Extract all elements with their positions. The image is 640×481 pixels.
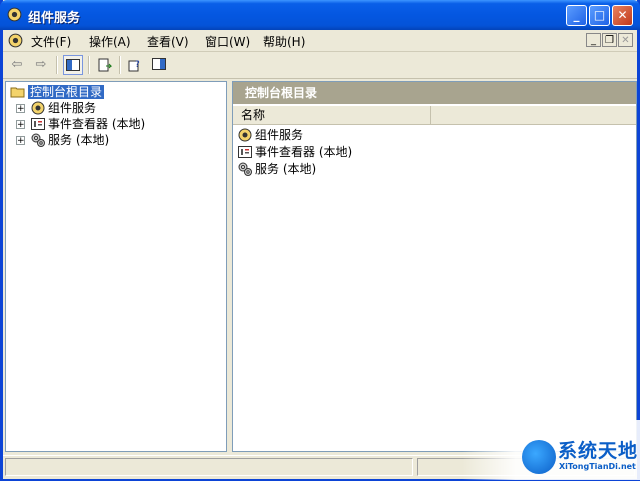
list-item[interactable]: 事件查看器 (本地) bbox=[237, 144, 352, 161]
console-tree-pane[interactable]: 控制台根目录 + 组件服务 + 事件查看器 (本地) + 服务 (本地) bbox=[5, 81, 227, 452]
svg-text:?: ? bbox=[135, 60, 140, 70]
menu-view[interactable]: 查看(V) bbox=[147, 33, 189, 50]
list-item-label: 服务 (本地) bbox=[255, 162, 317, 176]
tree-root-label: 控制台根目录 bbox=[28, 85, 105, 99]
details-pane-header: 控制台根目录 bbox=[233, 82, 636, 104]
watermark-subtitle: XiTongTianDi.net bbox=[559, 462, 636, 471]
tree-item-event-viewer[interactable]: 事件查看器 (本地) bbox=[30, 116, 145, 132]
menu-bar: 文件(F) 操作(A) 查看(V) 窗口(W) 帮助(H) _ ❐ ✕ bbox=[3, 30, 637, 52]
folder-open-icon bbox=[10, 87, 25, 98]
expand-toggle-icon[interactable]: + bbox=[16, 120, 25, 130]
minimize-button[interactable]: _ bbox=[566, 5, 587, 26]
component-services-icon bbox=[31, 101, 45, 115]
column-header-empty[interactable] bbox=[431, 106, 636, 124]
column-header-row: 名称 bbox=[233, 106, 636, 125]
back-arrow-icon[interactable]: ⇦ bbox=[7, 55, 27, 75]
forward-arrow-icon[interactable]: ⇨ bbox=[31, 55, 51, 75]
close-button[interactable]: ✕ bbox=[612, 5, 633, 26]
show-action-pane-icon[interactable] bbox=[149, 55, 169, 75]
event-viewer-icon bbox=[238, 146, 252, 158]
expand-toggle-icon[interactable]: + bbox=[16, 104, 25, 114]
tree-item-label: 事件查看器 (本地) bbox=[48, 117, 146, 131]
child-minimize-button[interactable]: _ bbox=[586, 33, 601, 47]
list-item-label: 事件查看器 (本地) bbox=[255, 145, 353, 159]
tree-item-label: 服务 (本地) bbox=[48, 133, 110, 147]
child-close-button[interactable]: ✕ bbox=[618, 33, 633, 47]
menu-action[interactable]: 操作(A) bbox=[89, 33, 131, 50]
menu-help[interactable]: 帮助(H) bbox=[263, 33, 305, 50]
component-services-icon bbox=[238, 128, 252, 142]
component-services-icon bbox=[7, 7, 22, 22]
details-pane[interactable]: 控制台根目录 名称 组件服务 事件查看器 (本地) 服务 (本地) bbox=[232, 81, 637, 452]
gears-icon bbox=[238, 162, 252, 176]
tree-root[interactable]: 控制台根目录 bbox=[10, 84, 105, 100]
export-list-icon[interactable] bbox=[95, 55, 115, 75]
list-item[interactable]: 组件服务 bbox=[237, 127, 303, 144]
title-bar[interactable]: 组件服务 _ □ ✕ bbox=[0, 0, 640, 30]
list-item-label: 组件服务 bbox=[255, 128, 304, 142]
tree-item-services[interactable]: 服务 (本地) bbox=[30, 132, 109, 148]
watermark-logo: 系统天地 XiTongTianDi.net bbox=[462, 420, 640, 480]
tree-item-label: 组件服务 bbox=[48, 101, 97, 115]
mmc-app-icon[interactable] bbox=[7, 32, 24, 49]
gears-icon bbox=[31, 133, 45, 147]
menu-window[interactable]: 窗口(W) bbox=[205, 33, 250, 50]
window-title: 组件服务 bbox=[28, 11, 81, 26]
status-cell-main bbox=[5, 458, 413, 476]
child-restore-button[interactable]: ❐ bbox=[602, 33, 617, 47]
column-header-name[interactable]: 名称 bbox=[233, 106, 431, 124]
tree-item-component-services[interactable]: 组件服务 bbox=[30, 100, 96, 116]
menu-file[interactable]: 文件(F) bbox=[31, 33, 71, 50]
toolbar-separator bbox=[56, 56, 58, 74]
show-hide-tree-icon[interactable] bbox=[63, 55, 83, 75]
toolbar: ⇦ ⇨ ? bbox=[3, 52, 637, 79]
toolbar-separator bbox=[88, 56, 90, 74]
app-window: 组件服务 _ □ ✕ 文件(F) 操作(A) 查看(V) 窗口(W) 帮助(H)… bbox=[0, 0, 640, 481]
list-item[interactable]: 服务 (本地) bbox=[237, 161, 316, 178]
globe-logo-icon bbox=[522, 440, 556, 474]
toolbar-separator bbox=[119, 56, 121, 74]
expand-toggle-icon[interactable]: + bbox=[16, 136, 25, 146]
help-icon[interactable]: ? bbox=[125, 55, 145, 75]
event-viewer-icon bbox=[31, 118, 45, 130]
watermark-title: 系统天地 bbox=[558, 440, 639, 462]
maximize-button[interactable]: □ bbox=[589, 5, 610, 26]
